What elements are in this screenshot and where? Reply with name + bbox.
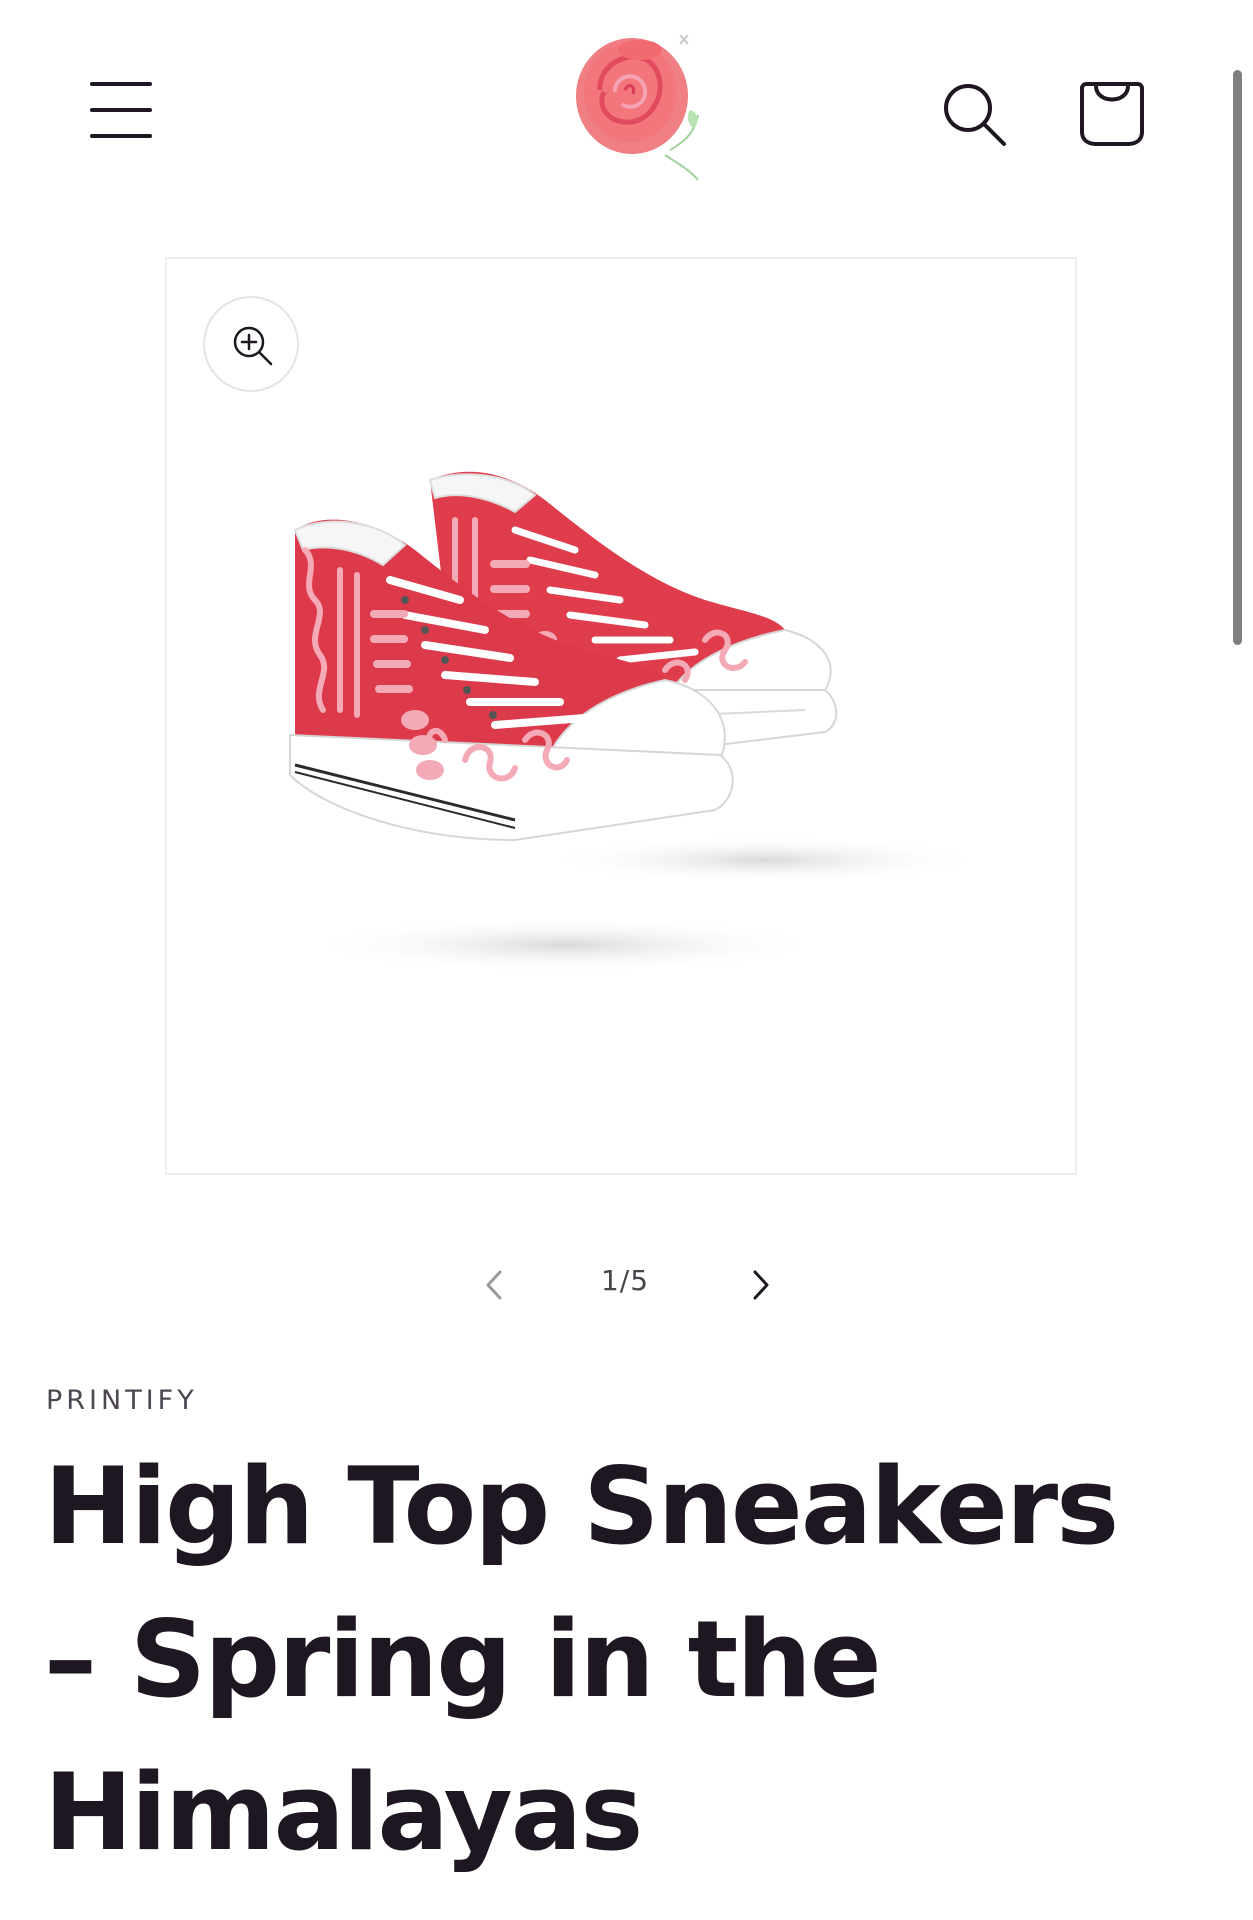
previous-slide-button[interactable]: [470, 1260, 520, 1310]
product-title: High Top Sneakers – Spring in the Himala…: [44, 1445, 1119, 1874]
zoom-in-icon: [233, 326, 273, 366]
product-vendor: PRINTIFY: [46, 1385, 198, 1416]
chevron-right-icon: [753, 1270, 769, 1300]
next-slide-button[interactable]: [735, 1260, 785, 1310]
gallery-slider-controls: 1/5: [0, 1252, 1253, 1322]
shopping-bag-icon: [1080, 82, 1144, 146]
search-icon: [944, 84, 1006, 146]
zoom-button[interactable]: [203, 296, 299, 392]
search-button[interactable]: [936, 76, 1016, 156]
product-image[interactable]: [265, 440, 1005, 980]
store-logo[interactable]: [570, 30, 720, 190]
slide-counter: 1/5: [600, 1264, 650, 1297]
hamburger-menu-icon: [90, 82, 152, 138]
chevron-left-icon: [486, 1270, 502, 1300]
cart-button[interactable]: [1072, 74, 1152, 154]
sneakers-image: [289, 471, 985, 973]
menu-button[interactable]: [80, 70, 160, 150]
site-header: [0, 0, 1253, 200]
page-scrollbar[interactable]: [1233, 70, 1242, 645]
rose-logo-icon: [576, 34, 699, 181]
